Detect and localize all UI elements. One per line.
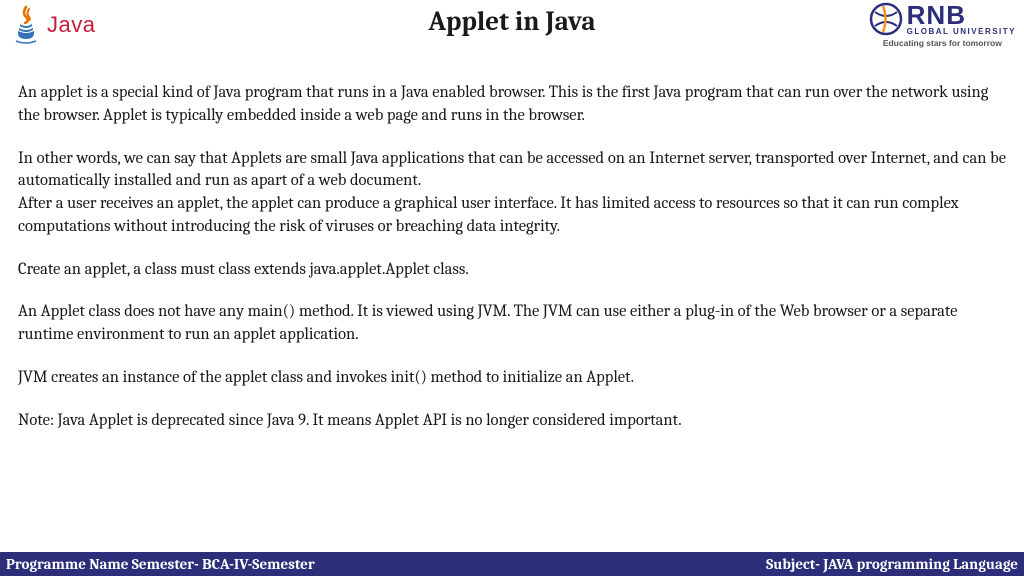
java-logo: Java <box>10 5 95 45</box>
java-logo-text: Java <box>47 12 95 38</box>
paragraph-5: An Applet class does not have any main()… <box>18 301 1006 347</box>
footer-programme: Programme Name Semester- BCA-IV-Semester <box>6 555 315 573</box>
rnb-logo-main: RNB GLOBAL UNIVERSITY <box>869 2 1016 36</box>
paragraph-4: Create an applet, a class must class ext… <box>18 259 1006 282</box>
paragraph-1: An applet is a special kind of Java prog… <box>18 82 1006 128</box>
rnb-tagline: Educating stars for tomorrow <box>883 38 1002 48</box>
java-cup-icon <box>10 5 42 45</box>
slide-content: An applet is a special kind of Java prog… <box>0 68 1024 432</box>
paragraph-6: JVM creates an instance of the applet cl… <box>18 367 1006 390</box>
rnb-text-block: RNB GLOBAL UNIVERSITY <box>907 2 1016 36</box>
rnb-globe-icon <box>869 2 903 36</box>
paragraph-2: In other words, we can say that Applets … <box>18 148 1006 194</box>
slide-footer: Programme Name Semester- BCA-IV-Semester… <box>0 552 1024 576</box>
rnb-subtitle: GLOBAL UNIVERSITY <box>907 28 1016 36</box>
page-title: Applet in Java <box>428 6 595 37</box>
rnb-name: RNB <box>907 2 1016 28</box>
rnb-logo: RNB GLOBAL UNIVERSITY Educating stars fo… <box>869 2 1016 48</box>
slide-header: Java Applet in Java RNB GLOBAL UNIVERSIT… <box>0 0 1024 68</box>
paragraph-3: After a user receives an applet, the app… <box>18 193 1006 239</box>
paragraph-7: Note: Java Applet is deprecated since Ja… <box>18 410 1006 433</box>
footer-subject: Subject- JAVA programming Language <box>766 555 1018 573</box>
